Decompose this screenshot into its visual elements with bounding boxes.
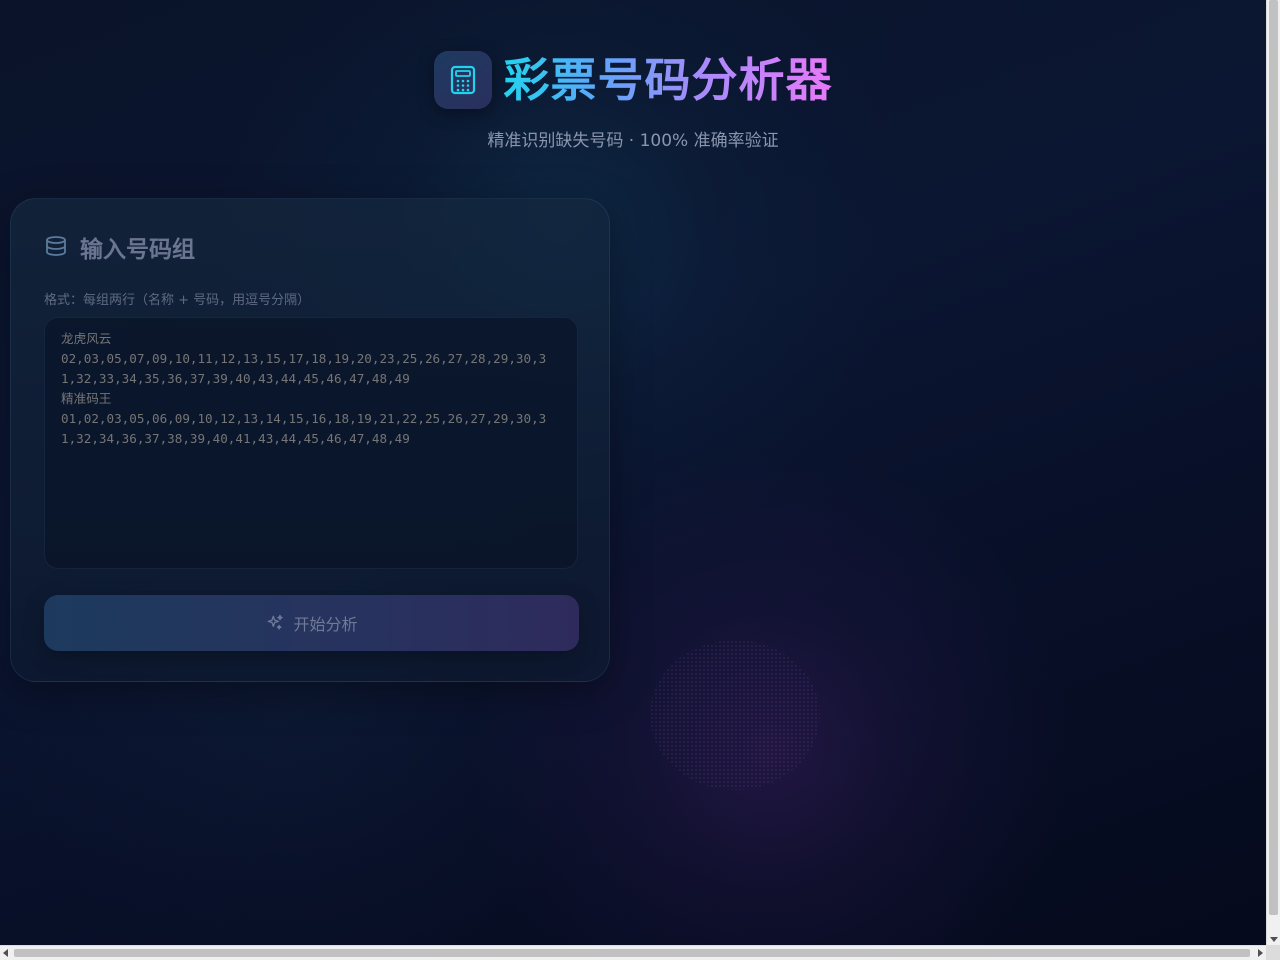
page-title: 彩票号码分析器 — [504, 48, 833, 112]
sparkles-icon — [265, 613, 285, 633]
format-hint: 格式：每组两行（名称 + 号码，用逗号分隔） — [44, 293, 311, 308]
scrollbar-corner — [1266, 945, 1280, 960]
input-card: 输入号码组 格式：每组两行（名称 + 号码，用逗号分隔） 开始分析 — [10, 198, 610, 682]
page-subtitle: 精准识别缺失号码 · 100% 准确率验证 — [487, 131, 779, 151]
horizontal-scrollbar-thumb[interactable] — [14, 949, 1250, 957]
database-icon — [44, 235, 68, 259]
scroll-down-arrow-icon[interactable] — [1270, 937, 1278, 942]
input-card-header: 输入号码组 — [44, 229, 195, 265]
scroll-left-arrow-icon[interactable] — [3, 949, 8, 957]
vertical-scrollbar-thumb[interactable] — [1269, 0, 1278, 915]
horizontal-scrollbar[interactable] — [0, 945, 1266, 960]
vertical-scrollbar[interactable] — [1266, 0, 1280, 945]
start-analysis-label: 开始分析 — [293, 615, 358, 634]
start-analysis-button[interactable]: 开始分析 — [44, 595, 579, 651]
background-dot-pattern — [650, 640, 820, 790]
input-card-title: 输入号码组 — [80, 237, 195, 263]
calculator-icon — [433, 51, 492, 109]
app-header: 彩票号码分析器 — [0, 48, 1266, 112]
numbers-input[interactable] — [44, 317, 578, 569]
scroll-right-arrow-icon[interactable] — [1258, 949, 1263, 957]
